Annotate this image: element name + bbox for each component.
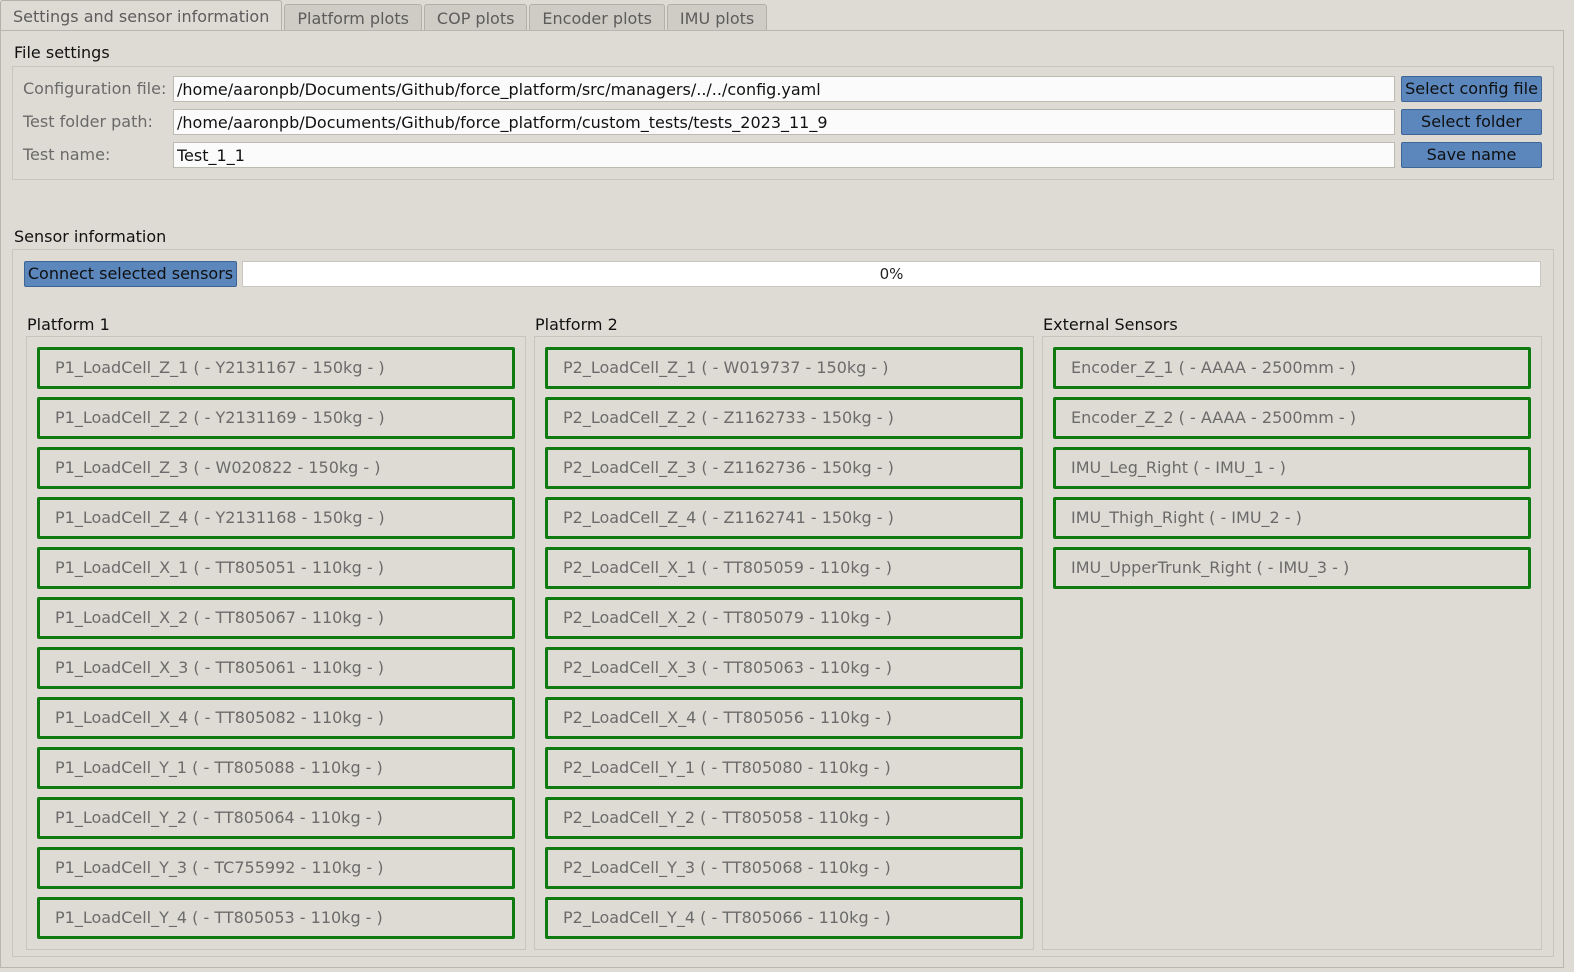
config-file-input[interactable] (173, 76, 1395, 102)
sensor-toggle[interactable]: IMU_Leg_Right ( - IMU_1 - ) (1053, 447, 1531, 489)
save-name-button[interactable]: Save name (1401, 142, 1542, 168)
platform-1-box: P1_LoadCell_Z_1 ( - Y2131167 - 150kg - )… (26, 336, 526, 950)
test-name-row: Test name: Save name (13, 142, 1553, 168)
sensor-toggle[interactable]: IMU_Thigh_Right ( - IMU_2 - ) (1053, 497, 1531, 539)
platform-1-sensor-list: P1_LoadCell_Z_1 ( - Y2131167 - 150kg - )… (37, 347, 515, 947)
sensor-toggle[interactable]: P2_LoadCell_X_2 ( - TT805079 - 110kg - ) (545, 597, 1023, 639)
test-folder-input[interactable] (173, 109, 1395, 135)
sensor-info-group: Connect selected sensors 0% Platform 1 P… (12, 249, 1554, 957)
sensor-toggle[interactable]: P2_LoadCell_Y_4 ( - TT805066 - 110kg - ) (545, 897, 1023, 939)
platform-2-sensor-list: P2_LoadCell_Z_1 ( - W019737 - 150kg - ) P… (545, 347, 1023, 947)
sensor-toggle[interactable]: P2_LoadCell_Z_1 ( - W019737 - 150kg - ) (545, 347, 1023, 389)
tab-platform-plots[interactable]: Platform plots (284, 4, 422, 31)
sensor-toggle[interactable]: P2_LoadCell_X_3 ( - TT805063 - 110kg - ) (545, 647, 1023, 689)
select-folder-button[interactable]: Select folder (1401, 109, 1542, 135)
sensor-toggle[interactable]: P2_LoadCell_Z_3 ( - Z1162736 - 150kg - ) (545, 447, 1023, 489)
tab-settings[interactable]: Settings and sensor information (0, 0, 283, 31)
select-config-file-button[interactable]: Select config file (1401, 76, 1542, 102)
external-sensors-box: Encoder_Z_1 ( - AAAA - 2500mm - ) Encoder… (1042, 336, 1542, 950)
sensor-toggle[interactable]: P1_LoadCell_Y_4 ( - TT805053 - 110kg - ) (37, 897, 515, 939)
tab-imu-plots[interactable]: IMU plots (666, 4, 768, 31)
sensor-toggle[interactable]: P1_LoadCell_X_4 ( - TT805082 - 110kg - ) (37, 697, 515, 739)
sensor-toggle[interactable]: P2_LoadCell_Y_3 ( - TT805068 - 110kg - ) (545, 847, 1023, 889)
config-file-row: Configuration file: Select config file (13, 76, 1553, 102)
platform-1-title: Platform 1 (27, 315, 110, 334)
sensor-toggle[interactable]: Encoder_Z_1 ( - AAAA - 2500mm - ) (1053, 347, 1531, 389)
sensor-toggle[interactable]: Encoder_Z_2 ( - AAAA - 2500mm - ) (1053, 397, 1531, 439)
sensor-toggle[interactable]: P1_LoadCell_Z_2 ( - Y2131169 - 150kg - ) (37, 397, 515, 439)
progress-text: 0% (879, 265, 904, 283)
test-folder-row: Test folder path: Select folder (13, 109, 1553, 135)
sensor-toggle[interactable]: P1_LoadCell_X_3 ( - TT805061 - 110kg - ) (37, 647, 515, 689)
test-name-input[interactable] (173, 142, 1395, 168)
main-window: Settings and sensor information Platform… (0, 0, 1574, 972)
external-sensor-list: Encoder_Z_1 ( - AAAA - 2500mm - ) Encoder… (1053, 347, 1531, 597)
external-sensors-title: External Sensors (1043, 315, 1178, 334)
sensor-toggle[interactable]: P1_LoadCell_Y_3 ( - TC755992 - 110kg - ) (37, 847, 515, 889)
test-name-label: Test name: (23, 145, 111, 164)
platform-2-title: Platform 2 (535, 315, 618, 334)
sensor-toggle[interactable]: P1_LoadCell_X_2 ( - TT805067 - 110kg - ) (37, 597, 515, 639)
connect-sensors-button[interactable]: Connect selected sensors (24, 261, 237, 287)
tab-bar: Settings and sensor information Platform… (0, 0, 1574, 31)
sensor-info-title: Sensor information (14, 227, 167, 246)
config-file-label: Configuration file: (23, 79, 167, 98)
sensor-toggle[interactable]: P1_LoadCell_Z_1 ( - Y2131167 - 150kg - ) (37, 347, 515, 389)
connection-progress-bar: 0% (242, 261, 1541, 287)
tab-cop-plots[interactable]: COP plots (423, 4, 528, 31)
test-folder-label: Test folder path: (23, 112, 153, 131)
sensor-toggle[interactable]: P2_LoadCell_Z_4 ( - Z1162741 - 150kg - ) (545, 497, 1023, 539)
sensor-toggle[interactable]: P1_LoadCell_Z_3 ( - W020822 - 150kg - ) (37, 447, 515, 489)
sensor-toggle[interactable]: P2_LoadCell_Y_1 ( - TT805080 - 110kg - ) (545, 747, 1023, 789)
tab-encoder-plots[interactable]: Encoder plots (529, 4, 665, 31)
sensor-toggle[interactable]: P1_LoadCell_X_1 ( - TT805051 - 110kg - ) (37, 547, 515, 589)
file-settings-title: File settings (14, 43, 110, 62)
settings-pane: File settings Configuration file: Select… (0, 30, 1564, 968)
platform-2-box: P2_LoadCell_Z_1 ( - W019737 - 150kg - ) P… (534, 336, 1034, 950)
sensor-toggle[interactable]: P2_LoadCell_Z_2 ( - Z1162733 - 150kg - ) (545, 397, 1023, 439)
sensor-toggle[interactable]: P2_LoadCell_X_1 ( - TT805059 - 110kg - ) (545, 547, 1023, 589)
file-settings-group: Configuration file: Select config file T… (12, 66, 1554, 180)
sensor-toggle[interactable]: P2_LoadCell_X_4 ( - TT805056 - 110kg - ) (545, 697, 1023, 739)
sensor-toggle[interactable]: IMU_UpperTrunk_Right ( - IMU_3 - ) (1053, 547, 1531, 589)
sensor-toggle[interactable]: P1_LoadCell_Y_1 ( - TT805088 - 110kg - ) (37, 747, 515, 789)
sensor-toggle[interactable]: P2_LoadCell_Y_2 ( - TT805058 - 110kg - ) (545, 797, 1023, 839)
sensor-toggle[interactable]: P1_LoadCell_Y_2 ( - TT805064 - 110kg - ) (37, 797, 515, 839)
sensor-toggle[interactable]: P1_LoadCell_Z_4 ( - Y2131168 - 150kg - ) (37, 497, 515, 539)
